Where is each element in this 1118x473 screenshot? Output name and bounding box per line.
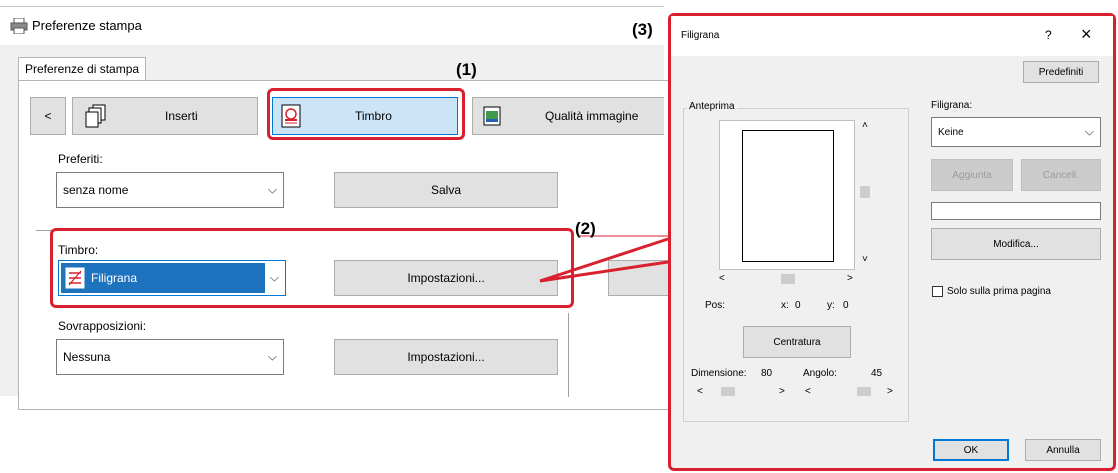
angolo-slider-thumb[interactable]: [857, 387, 871, 396]
ok-button[interactable]: OK: [933, 439, 1009, 461]
solo-prima-label: Solo sulla prima pagina: [947, 286, 1051, 297]
anteprima-label: Anteprima: [687, 101, 737, 112]
filigrana-label: Filigrana:: [931, 100, 973, 111]
predefiniti-button[interactable]: Predefiniti: [1023, 61, 1099, 83]
angolo-value: 45: [871, 368, 883, 379]
scroll-down-icon[interactable]: ˅: [862, 254, 868, 265]
modifica-button[interactable]: Modifica...: [931, 228, 1101, 260]
filigrana-dialog: Filigrana ? × Predefiniti Anteprima ˄ ˅ …: [668, 13, 1116, 471]
filigrana-value: Keine: [938, 126, 964, 138]
aggiunta-button[interactable]: Aggiunta: [931, 159, 1013, 191]
scroll-left-icon[interactable]: <: [719, 273, 725, 284]
angolo-right-icon[interactable]: >: [887, 386, 893, 397]
dimensione-right-icon[interactable]: >: [779, 386, 785, 397]
callout-1: (1): [456, 60, 477, 79]
callout-3: (3): [632, 20, 653, 39]
y-value: 0: [843, 300, 849, 311]
preview-page: [742, 130, 834, 262]
chevron-down-icon: ⌵: [1084, 124, 1094, 139]
cancell-button[interactable]: Cancell.: [1021, 159, 1101, 191]
help-button[interactable]: ?: [1045, 28, 1052, 42]
preview-area: [719, 120, 855, 270]
angolo-label: Angolo:: [803, 368, 837, 379]
dimensione-left-icon[interactable]: <: [697, 386, 703, 397]
scroll-right-icon[interactable]: >: [847, 273, 853, 284]
vertical-scroll-thumb[interactable]: [860, 186, 870, 198]
dimensione-value: 80: [761, 368, 773, 379]
dimensione-slider-thumb[interactable]: [721, 387, 735, 396]
x-value: 0: [795, 300, 801, 311]
solo-prima-checkbox[interactable]: [932, 286, 943, 297]
scroll-up-icon[interactable]: ˄: [862, 120, 868, 131]
filigrana-select[interactable]: Keine ⌵: [931, 117, 1101, 147]
watermark-text-input[interactable]: [931, 202, 1101, 220]
horizontal-scroll-thumb[interactable]: [781, 274, 795, 284]
dimensione-label: Dimensione:: [691, 368, 747, 379]
annulla-button[interactable]: Annulla: [1025, 439, 1101, 461]
centratura-button[interactable]: Centratura: [743, 326, 851, 358]
x-label: x:: [781, 300, 789, 311]
dialog-title: Filigrana: [681, 30, 720, 41]
dialog-title-bar: Filigrana ? ×: [671, 16, 1113, 56]
angolo-left-icon[interactable]: <: [805, 386, 811, 397]
y-label: y:: [827, 300, 835, 311]
callout-2: (2): [575, 219, 596, 238]
pos-label: Pos:: [705, 300, 726, 311]
close-icon[interactable]: ×: [1081, 24, 1092, 45]
